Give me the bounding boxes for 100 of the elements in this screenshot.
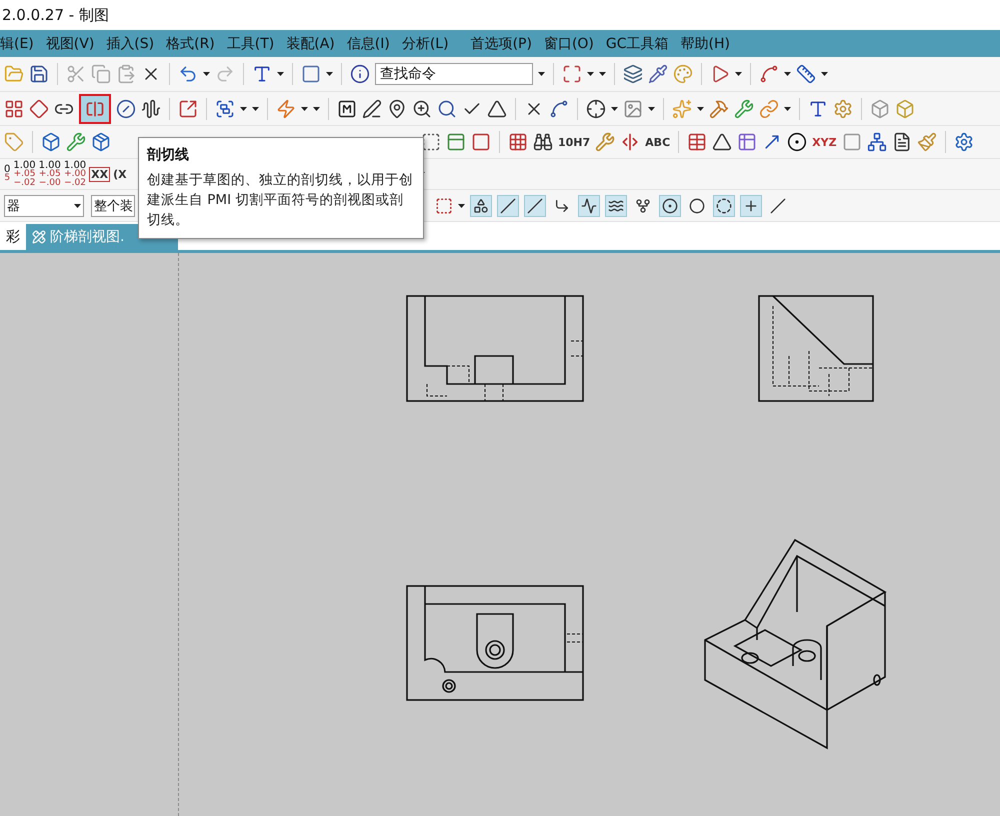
lightning-icon[interactable] [276,98,296,118]
search-icon[interactable] [437,98,457,118]
wrench-icon[interactable] [595,132,616,152]
group-icon[interactable] [215,98,235,118]
menu-item[interactable]: 辑(E) [0,34,34,52]
caret-icon[interactable] [74,204,81,208]
triangle-icon[interactable] [712,132,732,152]
dashed-rectangle-icon[interactable] [435,196,453,214]
scope-dropdown[interactable]: 整个装 [91,194,135,216]
snap-point-toggle[interactable] [740,194,762,216]
ruler-icon[interactable] [796,64,816,84]
table-icon[interactable] [687,132,708,152]
menu-item[interactable]: 信息(I) [346,34,390,52]
cube-icon[interactable] [870,98,890,118]
menu-item[interactable]: 装配(A) [286,34,335,52]
fit-view-icon[interactable] [562,64,582,84]
caret-icon[interactable] [784,72,791,76]
triangle-icon[interactable] [487,98,507,118]
caret-icon[interactable] [277,72,284,76]
text-style[interactable]: XX [89,166,110,182]
search-field[interactable]: 查找命令 [375,63,533,85]
caret-icon[interactable] [611,106,618,110]
dimension-icon[interactable] [620,132,640,152]
circle-icon[interactable] [116,98,136,118]
font-icon[interactable] [808,98,828,118]
cube-icon[interactable] [41,132,61,152]
network-icon[interactable] [866,132,887,152]
image-icon[interactable] [623,98,643,118]
wave-icon[interactable] [141,98,161,118]
caret-icon[interactable] [821,72,828,76]
panel-icon[interactable] [446,132,466,152]
diamond-icon[interactable] [29,98,49,118]
info-icon[interactable] [350,64,370,84]
table-icon[interactable] [737,132,758,152]
brush-icon[interactable] [916,132,937,152]
snap-point-toggle[interactable] [605,194,627,216]
menu-item[interactable]: 帮助(H) [680,34,730,52]
menu-item[interactable]: 窗口(O) [544,34,594,52]
wrench-icon[interactable] [66,132,86,152]
menu-item[interactable]: 分析(L) [402,34,449,52]
circle-dot-icon [662,198,678,214]
caret-icon[interactable] [538,72,545,76]
hammer-icon[interactable] [709,98,729,118]
menu-item[interactable]: GC工具箱 [606,34,669,52]
arrow-icon[interactable] [178,98,198,118]
chain-icon[interactable] [759,98,779,118]
wrench-icon[interactable] [734,98,754,118]
package-icon[interactable] [91,132,111,152]
tolerance-style[interactable]: 1.00 +.00 −.02 [64,160,86,188]
circle-icon[interactable] [787,132,808,152]
coordinate-tool[interactable]: XYZ [812,136,837,148]
pipette-icon[interactable] [648,64,668,84]
tolerance-style[interactable]: 1.00 +.05 −.00 [38,160,61,188]
menu-item[interactable]: 插入(S) [106,34,154,52]
binoculars-icon[interactable] [533,132,553,152]
menu-item[interactable]: 工具(T) [226,34,274,52]
letter-icon[interactable] [337,98,357,118]
save-icon[interactable] [29,64,49,84]
crosshair-icon[interactable] [586,98,606,118]
square-icon[interactable] [842,132,862,152]
menu-item[interactable]: 首选项(P) [470,34,532,52]
section-line-icon [85,98,105,118]
text-style[interactable]: (X [113,168,127,180]
pen-icon[interactable] [362,98,382,118]
pin-icon[interactable] [387,98,407,118]
gear-icon[interactable] [954,132,974,152]
caret-icon[interactable] [784,106,791,110]
snap-point-toggle[interactable] [713,194,735,216]
layers-icon[interactable] [623,64,643,84]
filter-dropdown[interactable]: 器 [4,194,84,216]
menu-item[interactable]: 格式(R) [166,34,215,52]
frame-icon[interactable] [421,132,441,152]
text-dimension-tool[interactable]: ABC [645,136,670,148]
fit-code-tool[interactable]: 10H7 [558,136,590,148]
snap-point-toggle[interactable] [659,194,681,216]
caret-icon[interactable] [697,106,704,110]
snap-point-toggle[interactable] [524,194,546,216]
snap-point-toggle[interactable] [470,194,492,216]
caret-icon[interactable] [648,106,655,110]
curve-icon[interactable] [549,98,569,118]
tolerance-style[interactable]: 0 5 [4,165,10,183]
dashed-grid-icon[interactable] [508,132,528,152]
caret-icon[interactable] [203,72,210,76]
grid-icon[interactable] [4,98,24,118]
gear-icon[interactable] [833,98,853,118]
spline-icon[interactable] [759,64,779,84]
magnifier-icon[interactable] [412,98,432,118]
caret-icon[interactable] [326,72,333,76]
square-icon[interactable] [301,64,321,84]
undo-icon[interactable] [178,64,198,84]
snap-point-toggle[interactable] [497,194,519,216]
tolerance-style[interactable]: 1.00 +.05 −.02 [13,160,36,188]
document-icon[interactable] [892,132,912,152]
snap-point-toggle[interactable] [578,194,600,216]
caret-icon[interactable] [735,72,742,76]
section-line-button[interactable] [79,94,111,124]
wave-icon [608,198,624,214]
caret-icon[interactable] [458,204,465,208]
menu-item[interactable]: 视图(V) [46,34,94,52]
text-style-icon[interactable] [252,64,272,84]
